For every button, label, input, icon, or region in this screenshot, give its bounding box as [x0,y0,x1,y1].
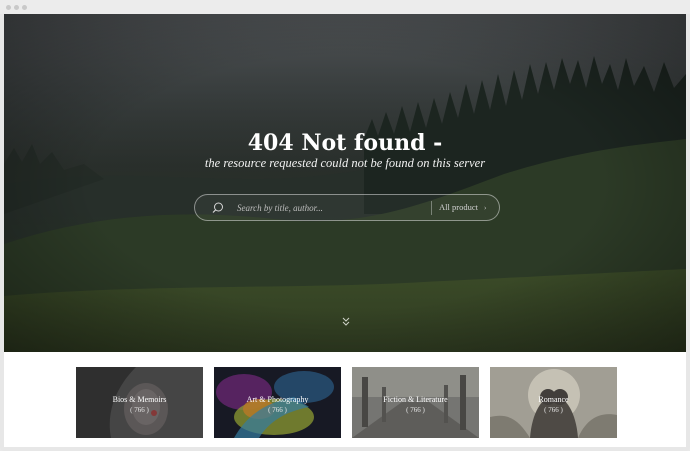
chevron-right-icon: › [483,204,487,212]
product-filter-label: All product [439,202,478,212]
category-count: ( 766 ) [268,406,287,414]
search-input[interactable] [237,200,427,216]
category-count: ( 766 ) [406,406,425,414]
page-viewport: 404 Not found - the resource requested c… [4,14,686,447]
search-bar: All product › [194,194,500,221]
window-dot-minimize[interactable] [14,5,19,10]
search-divider [431,201,432,215]
window-titlebar [0,0,690,14]
product-filter-select[interactable]: All product › [439,202,486,212]
search-icon[interactable] [211,201,225,215]
category-card-romance[interactable]: Romance ( 766 ) [490,367,617,438]
category-grid: Bios & Memoirs ( 766 ) Art & Photography… [76,367,618,439]
category-card-bios-memoirs[interactable]: Bios & Memoirs ( 766 ) [76,367,203,438]
chevrons-down-icon[interactable] [340,316,352,328]
page-title: 404 Not found - [247,130,443,156]
browser-window: 404 Not found - the resource requested c… [0,0,690,451]
hero-section: 404 Not found - the resource requested c… [4,14,686,352]
window-dot-maximize[interactable] [22,5,27,10]
category-label: Fiction & Literature [383,395,448,404]
page-subtitle: the resource requested could not be foun… [204,156,486,170]
category-label: Romance [538,395,569,404]
category-count: ( 766 ) [544,406,563,414]
category-label: Bios & Memoirs [112,395,167,404]
category-label: Art & Photography [246,395,309,404]
window-dot-close[interactable] [6,5,11,10]
category-card-art-photography[interactable]: Art & Photography ( 766 ) [214,367,341,438]
hero-background-image [4,14,686,352]
category-card-fiction-literature[interactable]: Fiction & Literature ( 766 ) [352,367,479,438]
category-count: ( 766 ) [130,406,149,414]
